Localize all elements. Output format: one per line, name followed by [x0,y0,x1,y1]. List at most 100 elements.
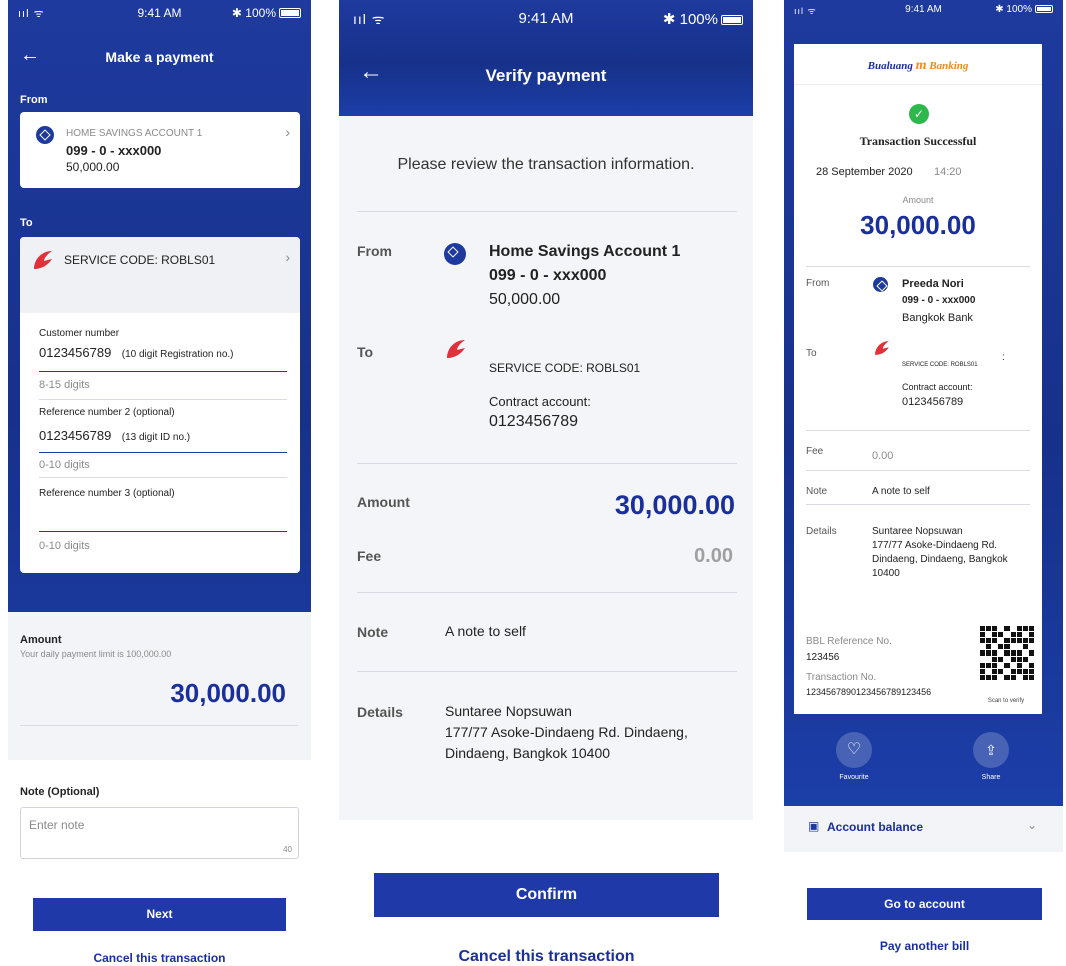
pay-another-bill-link[interactable]: Pay another bill [807,939,1042,953]
details-label: Details [806,526,837,537]
ref2-hint: 0-10 digits [39,459,90,471]
fee-label: Fee [357,548,382,564]
note-label: Note [357,624,389,640]
success-title: Transaction Successful [859,134,977,148]
screen-transaction-result: ııl ᯤ 9:41 AM ✱ 100% Bualuang m Banking … [784,0,1063,806]
from-label: From [357,243,392,259]
share-icon: ⇪ [985,742,997,758]
from-label: From [20,94,48,106]
details-line-2: 177/77 Asoke-Dindaeng Rd. [872,540,998,551]
bbl-logo-icon [873,277,888,292]
contract-value: 0123456789 [902,396,964,408]
to-label: To [806,348,817,359]
service-code: SERVICE CODE: ROBLS01 [64,253,216,267]
to-biller-card: SERVICE CODE: ROBLS01 › Customer number … [20,237,300,573]
go-to-account-button[interactable]: Go to account [807,888,1042,920]
chevron-right-icon: › [285,249,290,265]
contract-label: Contract account: [489,394,591,409]
account-balance-row[interactable]: ▣ Account balance ⌄ [784,806,1063,852]
to-label: To [20,217,33,229]
amount-value: 30,000.00 [860,210,976,240]
customer-number-input[interactable]: 0123456789 (10 digit Registration no.) [39,344,287,372]
details-label: Details [357,704,403,720]
cancel-transaction-link[interactable]: Cancel this transaction [33,951,286,965]
amount-value[interactable]: 30,000.00 [170,678,286,709]
from-label: From [806,278,830,289]
success-check-icon: ✓ [909,104,929,124]
biller-header[interactable]: SERVICE CODE: ROBLS01 › [20,237,300,313]
ref3-hint: 0-10 digits [39,540,90,552]
qr-code[interactable] [980,626,1034,680]
amount-label: Amount [357,494,410,510]
ref3-input[interactable] [39,507,287,532]
from-account-name: Home Savings Account 1 [489,243,681,260]
account-name: HOME SAVINGS ACCOUNT 1 [66,128,203,139]
wallet-icon: ▣ [808,819,820,833]
favourite-label: Favourite [839,774,869,781]
to-separator: : [1002,352,1005,363]
chevron-right-icon: › [285,124,290,140]
contract-value: 0123456789 [489,413,578,430]
to-label: To [357,344,374,360]
status-bar: ııl ᯤ 9:41 AM ✱ 100% [339,0,753,40]
ref-value: 123456 [806,652,840,663]
screen-make-payment: ııl ᯤ 9:41 AM ✱ 100% ← Make a payment Fr… [8,0,311,760]
receipt-card: Bualuang m Banking ✓ Transaction Success… [794,44,1042,714]
amount-label: Amount [902,195,934,205]
ref3-label: Reference number 3 (optional) [39,488,175,499]
ref-label: BBL Reference No. [806,636,892,647]
page-title: Verify payment [485,66,607,85]
account-balance: 50,000.00 [66,160,120,174]
service-code: SERVICE CODE: ROBLS01 [902,362,978,368]
transaction-time: 14:20 [934,166,962,178]
from-bank: Bangkok Bank [902,312,973,324]
amount-limit-text: Your daily payment limit is 100,000.00 [20,649,172,659]
details-line-1: Suntaree Nopsuwan [872,526,963,537]
details-line-3: Dindaeng, Dindaeng, Bangkok [872,554,1008,565]
confirm-button[interactable]: Confirm [374,873,719,917]
details-line-2: 177/77 Asoke-Dindaeng Rd. Dindaeng, [445,724,688,740]
note-value: A note to self [872,486,930,497]
details-line-3: Dindaeng, Bangkok 10400 [445,745,611,761]
status-bar: ııl ᯤ 9:41 AM ✱ 100% [8,0,311,26]
fee-value: 0.00 [872,450,894,462]
service-code: SERVICE CODE: ROBLS01 [489,361,641,375]
amount-section: Amount Your daily payment limit is 100,0… [8,612,311,760]
battery-icon: ✱ 100% [232,6,301,20]
cancel-transaction-link[interactable]: Cancel this transaction [374,948,719,966]
ref2-input[interactable]: 0123456789 (13 digit ID no.) [39,427,287,453]
customer-number-hint: 8-15 digits [39,379,90,391]
page-title: Make a payment [105,49,214,65]
ref2-label: Reference number 2 (optional) [39,407,175,418]
fee-label: Fee [806,446,824,457]
share-button[interactable]: ⇪ [973,732,1009,768]
next-button[interactable]: Next [33,898,286,931]
chevron-down-icon: ⌄ [1026,818,1037,832]
scan-to-verify-label: Scan to verify [987,698,1025,704]
review-text: Please review the transaction informatio… [397,156,695,173]
note-label: Note [806,486,828,497]
heart-icon: ♡ [846,741,862,758]
fee-value: 0.00 [694,545,733,567]
from-name: Preeda Nori [902,278,964,290]
customer-number-label: Customer number [39,328,120,339]
transaction-date: 28 September 2020 [816,166,913,178]
from-account-card[interactable]: HOME SAVINGS ACCOUNT 1 099 - 0 - xxx000 … [20,112,300,188]
amount-value: 30,000.00 [614,490,735,520]
note-value: A note to self [445,623,526,639]
header-bar: ııl ᯤ 9:41 AM ✱ 100% ← Verify payment [339,0,753,116]
account-balance-label: Account balance [827,820,924,834]
note-input[interactable]: Enter note 40 [20,807,299,859]
bbl-logo-icon [36,126,54,144]
favourite-button[interactable]: ♡ [836,732,872,768]
bbl-logo-icon [444,243,466,265]
status-bar: ııl ᯤ 9:41 AM ✱ 100% [784,0,1063,26]
brand-logo: Bualuang m Banking [867,58,969,73]
krungsri-logo-icon [34,251,52,269]
details-line-4: 10400 [872,568,900,579]
from-balance: 50,000.00 [489,291,561,308]
amount-label: Amount [20,634,62,646]
krungsri-logo-icon [875,341,889,355]
from-account-number: 099 - 0 - xxx000 [489,267,607,284]
note-char-counter: 40 [283,845,292,854]
